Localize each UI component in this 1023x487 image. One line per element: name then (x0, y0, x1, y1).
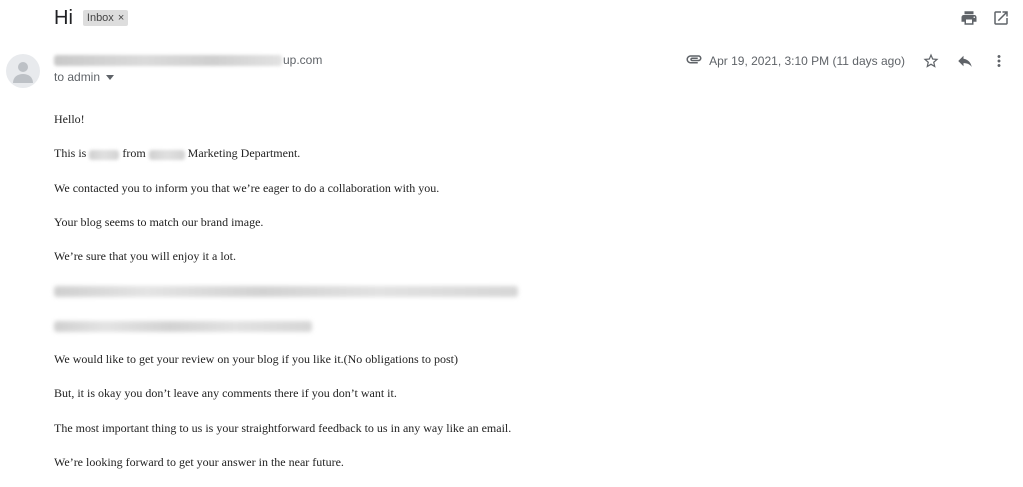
sender-row: up.com (54, 53, 322, 67)
body-paragraph: We contacted you to inform you that we’r… (54, 180, 440, 195)
recipient-details[interactable]: to admin (54, 70, 115, 84)
sender-domain: up.com (283, 53, 323, 67)
more-vertical-icon[interactable] (989, 51, 1009, 71)
paperclip-icon (685, 50, 703, 73)
redacted-paragraph (54, 281, 654, 315)
sender-avatar[interactable] (6, 54, 40, 88)
recipient-text: to admin (54, 70, 101, 84)
intro-text: This is (54, 146, 87, 161)
message-meta: Apr 19, 2021, 3:10 PM (11 days ago) (685, 50, 1009, 72)
body-paragraph: This is from Marketing Department. (54, 144, 654, 178)
body-paragraph: We’re sure that you will enjoy it a lot. (54, 249, 236, 264)
star-icon[interactable] (921, 51, 941, 71)
body-paragraph: But, it is okay you don’t leave any comm… (54, 386, 397, 401)
person-icon (13, 62, 33, 83)
open-in-new-window-icon[interactable] (991, 8, 1011, 28)
email-subject: Hi (54, 6, 73, 29)
reply-icon[interactable] (955, 51, 975, 71)
redacted-sender-name (54, 54, 282, 66)
thread-actions (959, 8, 1011, 28)
redacted-company (148, 149, 185, 160)
chevron-down-icon[interactable] (106, 74, 115, 80)
body-paragraph: We would like to get your review on your… (54, 352, 458, 367)
redacted-name (89, 149, 120, 160)
redacted-paragraph (54, 316, 654, 350)
inbox-label-chip[interactable]: Inbox × (82, 10, 129, 26)
intro-text: Marketing Department. (187, 146, 301, 161)
redacted-text (54, 286, 518, 298)
subject-row: Hi Inbox × (54, 4, 129, 32)
body-paragraph: Your blog seems to match our brand image… (54, 214, 264, 229)
body-paragraph: The most important thing to us is your s… (54, 420, 512, 435)
message-date: Apr 19, 2021, 3:10 PM (11 days ago) (709, 54, 905, 68)
intro-text: from (122, 146, 146, 161)
print-icon[interactable] (959, 8, 979, 28)
redacted-text (54, 320, 312, 332)
body-paragraph: We’re looking forward to get your answer… (54, 454, 344, 469)
email-body: Hello! This is from Marketing Department… (54, 110, 654, 487)
body-paragraph: Hello! (54, 112, 85, 126)
label-text: Inbox (86, 12, 114, 24)
remove-label-icon[interactable]: × (118, 12, 124, 24)
